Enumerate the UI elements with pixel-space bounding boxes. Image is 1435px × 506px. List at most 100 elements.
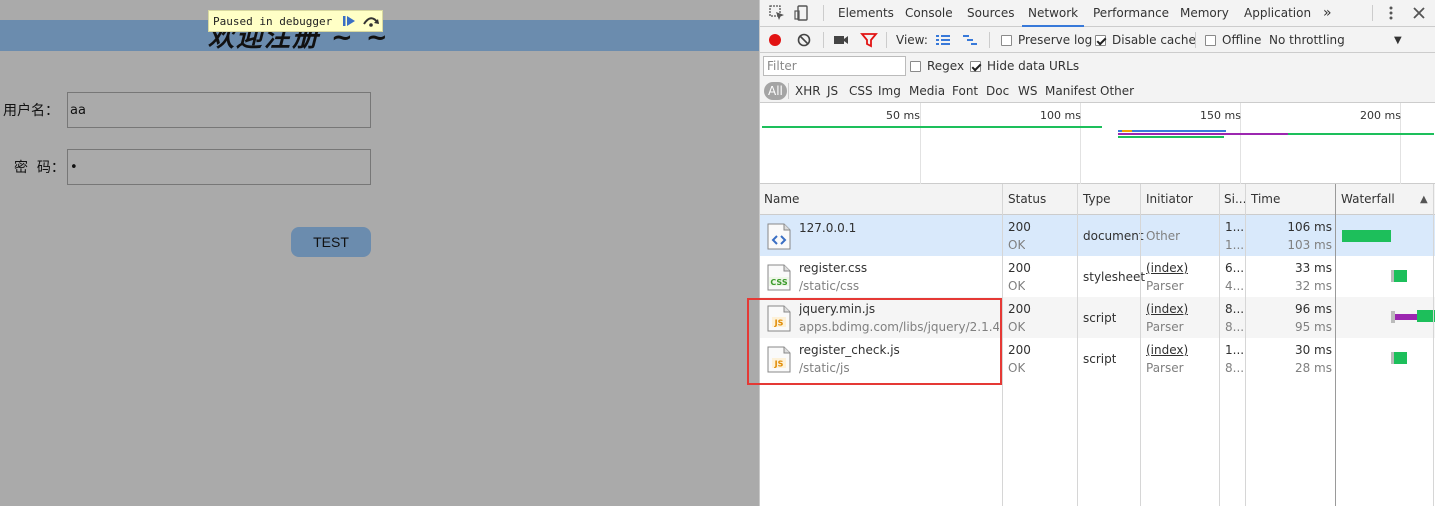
column-divider[interactable] xyxy=(1219,184,1220,506)
username-input[interactable]: aa xyxy=(67,92,371,128)
chevron-down-icon[interactable]: ▼ xyxy=(1394,27,1402,53)
offline-checkbox[interactable]: Offline xyxy=(1205,27,1261,53)
request-type: script xyxy=(1083,352,1117,366)
overview-waterfall-icon[interactable] xyxy=(961,31,979,49)
type-filter-all[interactable]: All xyxy=(764,82,787,100)
css-file-icon: CSS xyxy=(767,264,791,291)
hide-data-urls-label: Hide data URLs xyxy=(987,59,1080,73)
step-over-icon[interactable] xyxy=(360,11,382,31)
type-filter-other[interactable]: Other xyxy=(1100,82,1134,100)
timeline-gridline xyxy=(920,103,921,184)
type-filter-xhr[interactable]: XHR xyxy=(795,82,821,100)
close-icon[interactable] xyxy=(1410,4,1428,22)
waterfall-bar xyxy=(1394,352,1407,364)
request-latency: 32 ms xyxy=(1294,279,1332,293)
column-header-initiator[interactable]: Initiator xyxy=(1142,184,1219,215)
preserve-log-checkbox[interactable]: Preserve log xyxy=(1001,27,1092,53)
type-filter-js[interactable]: JS xyxy=(827,82,838,100)
column-divider[interactable] xyxy=(1077,184,1078,506)
column-divider[interactable] xyxy=(1002,184,1003,506)
overview-bar-jquery-wait xyxy=(1118,133,1288,135)
column-header-name[interactable]: Name xyxy=(760,184,1002,215)
type-filter-doc[interactable]: Doc xyxy=(986,82,1009,100)
red-highlight-box xyxy=(747,298,1002,385)
sort-up-icon[interactable]: ▲ xyxy=(1416,184,1428,215)
table-row[interactable]: CSS register.css /static/css 200 OK styl… xyxy=(760,256,1435,297)
timeline-tick-label: 100 ms xyxy=(1040,109,1081,122)
tab-performance[interactable]: Performance xyxy=(1093,0,1169,27)
inspect-element-icon[interactable] xyxy=(768,4,786,22)
request-status-text: OK xyxy=(1008,361,1026,375)
offline-box[interactable] xyxy=(1205,34,1216,46)
tab-sources[interactable]: Sources xyxy=(967,0,1014,27)
offline-label: Offline xyxy=(1222,33,1262,47)
type-filter-img[interactable]: Img xyxy=(878,82,901,100)
toolbar-separator xyxy=(1195,32,1196,48)
hide-data-urls-box[interactable] xyxy=(970,60,981,72)
column-header-waterfall[interactable]: Waterfall xyxy=(1337,184,1417,215)
disable-cache-checkbox[interactable]: Disable cache xyxy=(1095,27,1196,53)
screenshot-camera-icon[interactable] xyxy=(832,31,850,49)
column-header-size[interactable]: Si... xyxy=(1220,184,1246,215)
tab-application[interactable]: Application xyxy=(1244,0,1311,27)
filter-funnel-icon[interactable] xyxy=(860,31,878,49)
toolbar-separator xyxy=(823,32,824,48)
request-type: document xyxy=(1083,229,1144,243)
test-button[interactable]: TEST xyxy=(291,227,371,257)
clear-icon[interactable] xyxy=(795,31,813,49)
tab-memory[interactable]: Memory xyxy=(1180,0,1229,27)
large-rows-icon[interactable] xyxy=(934,31,952,49)
request-time: 96 ms xyxy=(1294,302,1332,316)
type-filter-css[interactable]: CSS xyxy=(849,82,873,100)
device-toolbar-icon[interactable] xyxy=(793,4,811,22)
request-initiator-link[interactable]: (index) xyxy=(1146,261,1188,275)
svg-text:CSS: CSS xyxy=(770,278,787,287)
regex-checkbox[interactable]: Regex xyxy=(910,53,964,79)
filter-input[interactable]: Filter xyxy=(763,56,906,76)
more-tabs-icon[interactable]: » xyxy=(1323,0,1332,27)
hide-data-urls-checkbox[interactable]: Hide data URLs xyxy=(970,53,1079,79)
request-initiator: Other xyxy=(1146,229,1181,243)
request-type: stylesheet xyxy=(1083,270,1146,284)
regex-label: Regex xyxy=(927,59,965,73)
tab-elements[interactable]: Elements xyxy=(838,0,894,27)
column-header-type[interactable]: Type xyxy=(1079,184,1141,215)
resume-icon[interactable] xyxy=(338,11,360,31)
request-initiator-link[interactable]: (index) xyxy=(1146,302,1188,316)
column-header-time[interactable]: Time xyxy=(1247,184,1335,215)
column-divider xyxy=(1433,184,1434,506)
timeline-overview[interactable]: 50 ms 100 ms 150 ms 200 ms xyxy=(760,103,1435,184)
column-divider[interactable] xyxy=(1140,184,1141,506)
type-filter-manifest[interactable]: Manifest xyxy=(1045,82,1096,100)
tab-network[interactable]: Network xyxy=(1022,0,1085,27)
type-filter-ws[interactable]: WS xyxy=(1018,82,1037,100)
request-name: register.css xyxy=(799,261,868,275)
overview-bar-jquery xyxy=(1288,133,1434,135)
kebab-menu-icon[interactable] xyxy=(1382,4,1400,22)
disable-cache-box[interactable] xyxy=(1095,34,1106,46)
column-header-status[interactable]: Status xyxy=(1004,184,1078,215)
regex-box[interactable] xyxy=(910,60,921,72)
timeline-tick-label: 150 ms xyxy=(1200,109,1241,122)
type-separator xyxy=(788,83,789,99)
type-filter-font[interactable]: Font xyxy=(952,82,978,100)
request-size-sub: 8... xyxy=(1225,320,1245,334)
table-row[interactable]: 127.0.0.1 200 OK document Other 1... 1..… xyxy=(760,215,1435,256)
column-divider[interactable] xyxy=(1335,184,1336,506)
html-file-icon xyxy=(767,223,791,250)
request-initiator-link[interactable]: (index) xyxy=(1146,343,1188,357)
request-latency: 103 ms xyxy=(1287,238,1332,252)
request-time: 30 ms xyxy=(1294,343,1332,357)
throttling-select[interactable]: No throttling xyxy=(1269,27,1345,53)
request-name: 127.0.0.1 xyxy=(799,221,857,235)
request-status-text: OK xyxy=(1008,238,1026,252)
network-toolbar: View: Preserve log Disable cache Offline… xyxy=(760,27,1435,53)
type-filter-media[interactable]: Media xyxy=(909,82,945,100)
waterfall-bar-waiting xyxy=(1395,314,1418,320)
record-icon[interactable] xyxy=(766,31,784,49)
password-input[interactable]: • xyxy=(67,149,371,185)
column-divider[interactable] xyxy=(1245,184,1246,506)
preserve-log-box[interactable] xyxy=(1001,34,1012,46)
requests-table-header: Name Status Type Initiator Si... Time Wa… xyxy=(760,184,1435,215)
tab-console[interactable]: Console xyxy=(905,0,953,27)
